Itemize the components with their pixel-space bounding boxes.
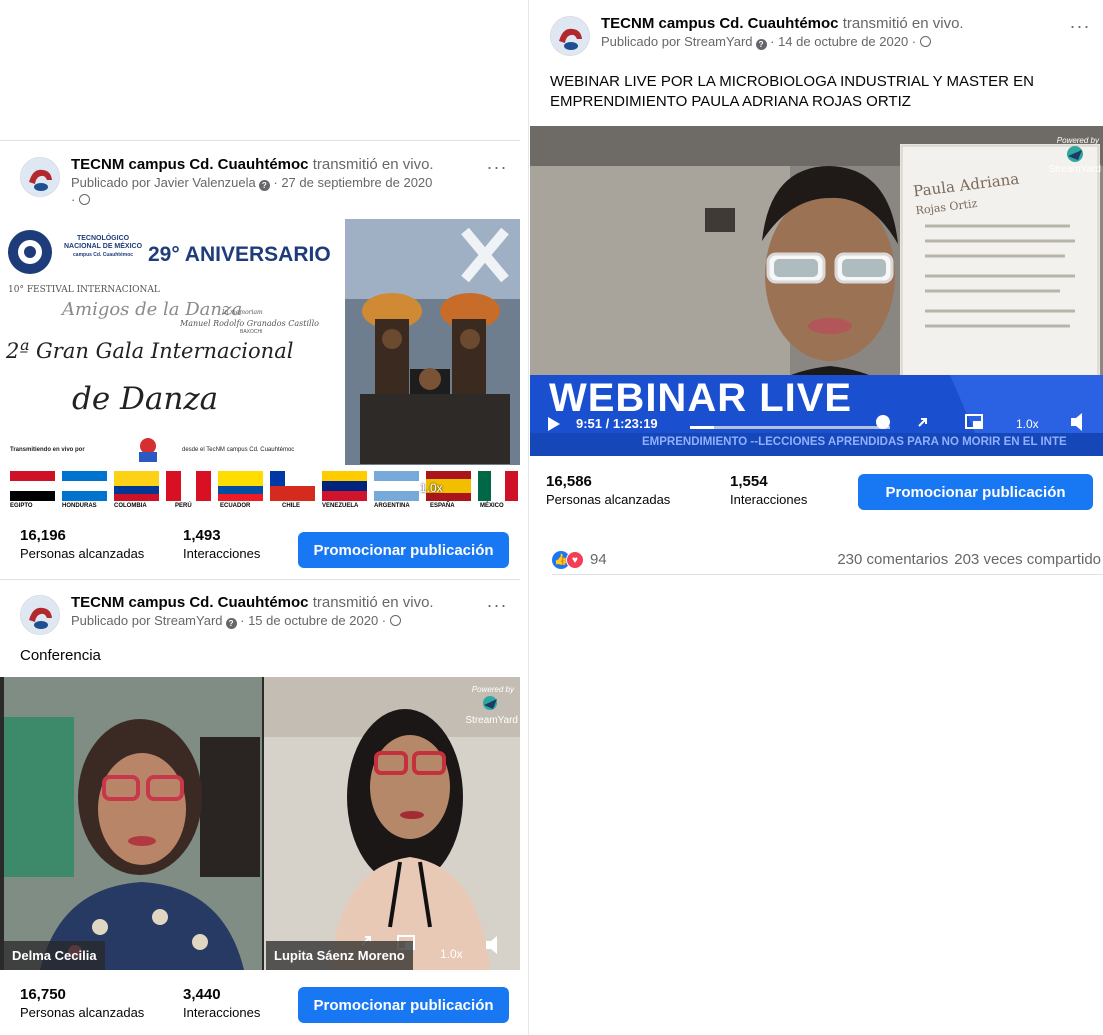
post-header: TECNM campus Cd. Cuauhtémoc transmitió e… (550, 14, 1093, 64)
institution-name: TECNOLÓGICO NACIONAL DE MÉXICO campus Cd. … (64, 235, 143, 258)
tecnm-logo-icon (21, 158, 59, 196)
tecnm-logo-icon (21, 596, 59, 634)
globe-icon (78, 194, 90, 205)
post-conferencia: TECNM campus Cd. Cuauhtémoc transmitió e… (0, 580, 520, 1035)
globe-icon (919, 36, 931, 47)
post-date-link[interactable]: 15 de octubre de 2020 (248, 613, 378, 628)
playback-speed-button[interactable]: 1.0x (440, 947, 463, 961)
love-reaction-icon[interactable]: ♥ (566, 551, 584, 569)
webinar-banner-text: WEBINAR LIVE (549, 376, 853, 420)
reach-value: 16,750 (20, 986, 66, 1003)
streamyard-label: StreamYard (465, 715, 518, 726)
question-icon[interactable]: ? (258, 180, 270, 191)
gala-line-2: de Danza (72, 381, 219, 417)
country-labels: EGIPTO HONDURAS COLOMBIA PERÚ ECUADOR CH… (10, 503, 504, 509)
promote-post-button[interactable]: Promocionar publicación (858, 474, 1093, 510)
desde-label: desde el TecNM campus Cd. Cuauhtémoc (182, 447, 295, 453)
post-insights: 16,750 Personas alcanzadas 3,440 Interac… (0, 985, 520, 1035)
playback-speed-button[interactable]: 1.0x (1016, 417, 1039, 431)
post-caption: WEBINAR LIVE POR LA MICROBIOLOGA INDUSTR… (550, 73, 1035, 110)
post-header: TECNM campus Cd. Cuauhtémoc transmitió e… (20, 593, 510, 643)
post-insights: 16,196 Personas alcanzadas 1,493 Interac… (0, 526, 520, 576)
ticker-text: EMPRENDIMIENTO --LECCIONES APRENDIDAS PA… (642, 436, 1067, 448)
powered-by-label: Powered by (1056, 136, 1099, 145)
post-header: TECNM campus Cd. Cuauhtémoc transmitió e… (20, 155, 510, 207)
page-avatar[interactable] (550, 16, 590, 56)
post-aniversario: TECNM campus Cd. Cuauhtémoc transmitió e… (0, 140, 520, 580)
live-verb: transmitió en vivo. (312, 594, 434, 611)
question-icon[interactable]: ? (225, 618, 237, 629)
interactions-label: Interacciones (183, 546, 261, 561)
settings-icon (876, 415, 890, 429)
interactions-label: Interacciones (730, 492, 808, 507)
shares-count: 203 veces compartido (954, 551, 1101, 568)
participant-name-left: Delma Cecilia (4, 941, 105, 970)
tecnm-logo-icon (551, 17, 589, 55)
published-by: Publicado por StreamYard (601, 34, 753, 49)
page-name-link[interactable]: TECNM campus Cd. Cuauhtémoc (601, 15, 839, 32)
page-name-link[interactable]: TECNM campus Cd. Cuauhtémoc (71, 594, 309, 611)
participant-name-right: Lupita Sáenz Moreno (266, 941, 413, 970)
post-insights: 16,586 Personas alcanzadas 1,554 Interac… (530, 472, 1103, 522)
festival-label: 10° FESTIVAL INTERNACIONAL (8, 285, 160, 295)
more-options-button[interactable]: ··· (484, 596, 510, 619)
question-icon[interactable]: ? (755, 39, 767, 50)
reach-value: 16,196 (20, 527, 66, 544)
more-options-button[interactable]: ··· (1067, 17, 1093, 40)
in-memoriam-label: In memoriam (222, 309, 263, 316)
published-by: Publicado por StreamYard (71, 613, 223, 628)
reactions-bar: 👍 ♥ 94 230 comentarios 203 veces comparti… (552, 545, 1103, 575)
reach-label: Personas alcanzadas (20, 1005, 145, 1020)
page-avatar[interactable] (20, 595, 60, 635)
powered-by-label: Powered by (471, 685, 514, 694)
transmitiendo-label: Transmitiendo en vivo por (10, 447, 85, 453)
reaction-count[interactable]: 94 (590, 551, 607, 568)
video-player[interactable]: Paula Adriana Rojas Ortiz WEBINAR LIVE 9:… (530, 126, 1103, 456)
memoriam-name: Manuel Rodolfo Granados Castillo (180, 319, 319, 328)
more-options-button[interactable]: ··· (484, 158, 510, 181)
post-webinar: TECNM campus Cd. Cuauhtémoc transmitió e… (530, 0, 1103, 600)
page-avatar[interactable] (20, 157, 60, 197)
post-caption: Conferencia (20, 647, 101, 664)
conference-video-frame (0, 677, 520, 970)
progress-fill (690, 426, 714, 429)
interactions-value: 1,554 (730, 473, 768, 490)
video-time: 9:51 / 1:23:19 (576, 416, 658, 431)
interactions-value: 1,493 (183, 527, 221, 544)
gala-line-1: 2ª Gran Gala Internacional (6, 339, 294, 363)
anniversary-title: 29° ANIVERSARIO (148, 243, 331, 266)
interactions-label: Interacciones (183, 1005, 261, 1020)
comments-shares[interactable]: 230 comentarios 203 veces compartido (831, 551, 1101, 568)
reach-label: Personas alcanzadas (546, 492, 671, 507)
comments-count: 230 comentarios (837, 551, 949, 568)
memoriam-sub: BAXOCHI (240, 329, 263, 335)
video-player[interactable]: Delma Cecilia Lupita Sáenz Moreno 1.0x P… (0, 677, 520, 970)
page-name-link[interactable]: TECNM campus Cd. Cuauhtémoc (71, 156, 309, 173)
video-player[interactable]: TECNOLÓGICO NACIONAL DE MÉXICO campus Cd. … (0, 219, 520, 513)
reach-label: Personas alcanzadas (20, 546, 145, 561)
promote-post-button[interactable]: Promocionar publicación (298, 987, 509, 1023)
published-by: Publicado por Javier Valenzuela (71, 175, 256, 190)
reach-value: 16,586 (546, 473, 592, 490)
playback-speed-button[interactable]: 1.0x (420, 481, 443, 495)
column-divider (528, 0, 529, 1035)
post-date-link[interactable]: 14 de octubre de 2020 (778, 34, 908, 49)
promote-post-button[interactable]: Promocionar publicación (298, 532, 509, 568)
live-verb: transmitió en vivo. (312, 156, 434, 173)
globe-icon (389, 615, 401, 626)
live-verb: transmitió en vivo. (842, 15, 964, 32)
interactions-value: 3,440 (183, 986, 221, 1003)
streamyard-label: StreamYard (1048, 164, 1101, 175)
post-date-link[interactable]: 27 de septiembre de 2020 (281, 175, 432, 190)
amigos-title: Amigos de la Danza (62, 299, 243, 320)
